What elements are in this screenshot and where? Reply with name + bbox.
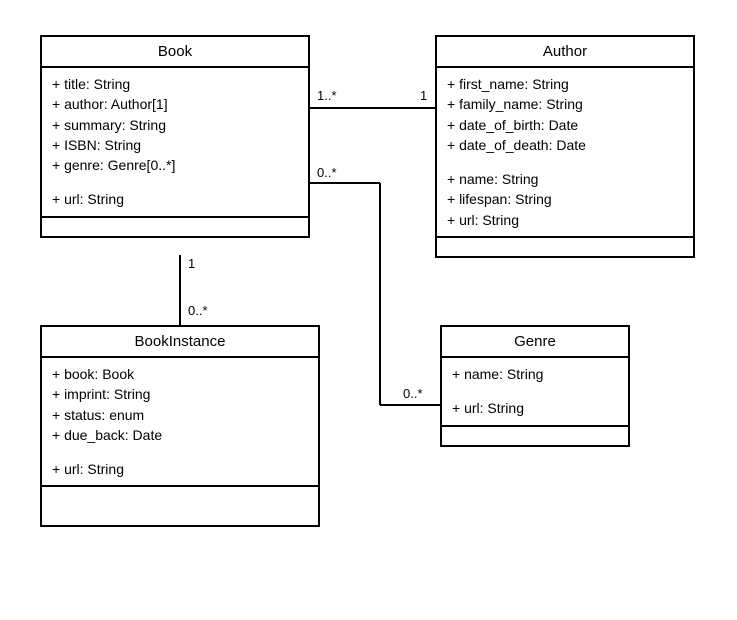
class-genre-title: Genre <box>442 327 628 358</box>
class-bookinstance: BookInstance + book: Book + imprint: Str… <box>40 325 320 527</box>
class-bookinstance-title: BookInstance <box>42 327 318 358</box>
class-book-title: Book <box>42 37 308 68</box>
attr: + first_name: String <box>447 74 685 94</box>
mult-book-author-left: 1..* <box>317 88 337 103</box>
attr: + date_of_death: Date <box>447 135 685 155</box>
attr: + ISBN: String <box>52 135 300 155</box>
attr: + due_back: Date <box>52 425 310 445</box>
attr: + lifespan: String <box>447 189 685 209</box>
attr: + title: String <box>52 74 300 94</box>
attr: + book: Book <box>52 364 310 384</box>
class-author-ops <box>437 238 693 256</box>
class-book: Book + title: String + author: Author[1]… <box>40 35 310 238</box>
attr: + url: String <box>52 459 310 479</box>
class-book-attrs: + title: String + author: Author[1] + su… <box>42 68 308 218</box>
class-bookinstance-ops <box>42 487 318 525</box>
class-author: Author + first_name: String + family_nam… <box>435 35 695 258</box>
class-genre: Genre + name: String + url: String <box>440 325 630 447</box>
mult-book-instance-top: 1 <box>188 256 195 271</box>
attr: + url: String <box>447 210 685 230</box>
attr: + summary: String <box>52 115 300 135</box>
mult-book-genre-top: 0..* <box>317 165 337 180</box>
attr: + name: String <box>447 169 685 189</box>
attr: + status: enum <box>52 405 310 425</box>
class-bookinstance-attrs: + book: Book + imprint: String + status:… <box>42 358 318 487</box>
attr: + date_of_birth: Date <box>447 115 685 135</box>
mult-book-genre-bottom: 0..* <box>403 386 423 401</box>
attr: + imprint: String <box>52 384 310 404</box>
uml-diagram: 1..* 1 0..* 0..* 1 0..* Book + title: St… <box>0 0 737 620</box>
attr: + genre: Genre[0..*] <box>52 155 300 175</box>
attr: + url: String <box>452 398 620 418</box>
attr: + name: String <box>452 364 620 384</box>
class-genre-attrs: + name: String + url: String <box>442 358 628 427</box>
mult-book-author-right: 1 <box>420 88 427 103</box>
attr: + url: String <box>52 189 300 209</box>
mult-book-instance-bottom: 0..* <box>188 303 208 318</box>
class-genre-ops <box>442 427 628 445</box>
class-author-title: Author <box>437 37 693 68</box>
attr: + author: Author[1] <box>52 94 300 114</box>
class-author-attrs: + first_name: String + family_name: Stri… <box>437 68 693 238</box>
attr: + family_name: String <box>447 94 685 114</box>
class-book-ops <box>42 218 308 236</box>
